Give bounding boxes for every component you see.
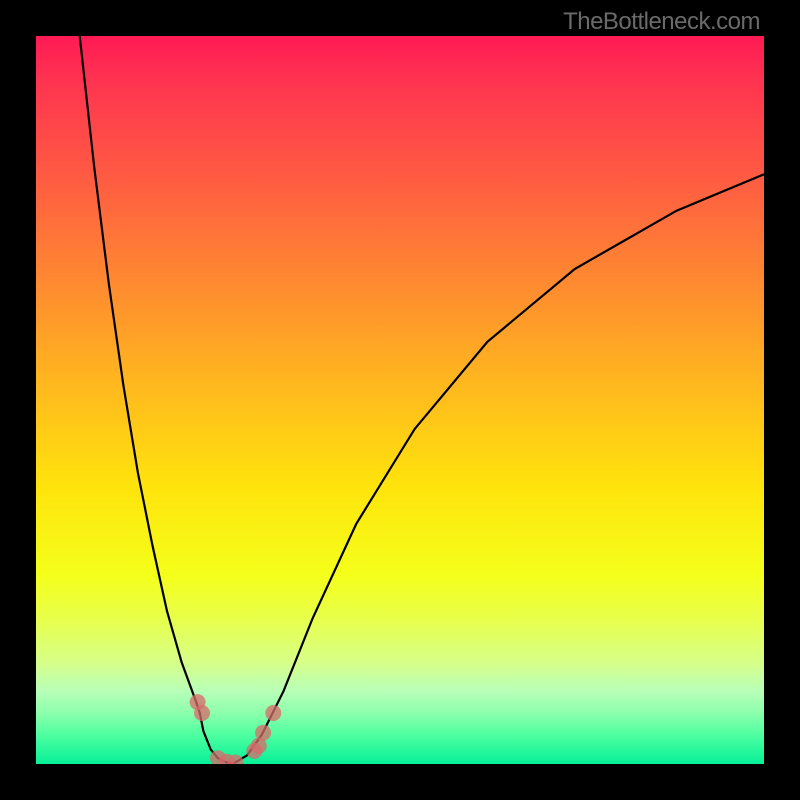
data-marker [265,705,281,721]
plot-area [36,36,764,764]
watermark-text: TheBottleneck.com [563,8,760,36]
right-branch-curve [233,174,764,764]
chart-container: TheBottleneck.com [0,0,800,800]
data-marker [255,725,271,741]
left-branch-curve [80,36,233,764]
data-marker [194,705,210,721]
curve-svg [36,36,764,764]
